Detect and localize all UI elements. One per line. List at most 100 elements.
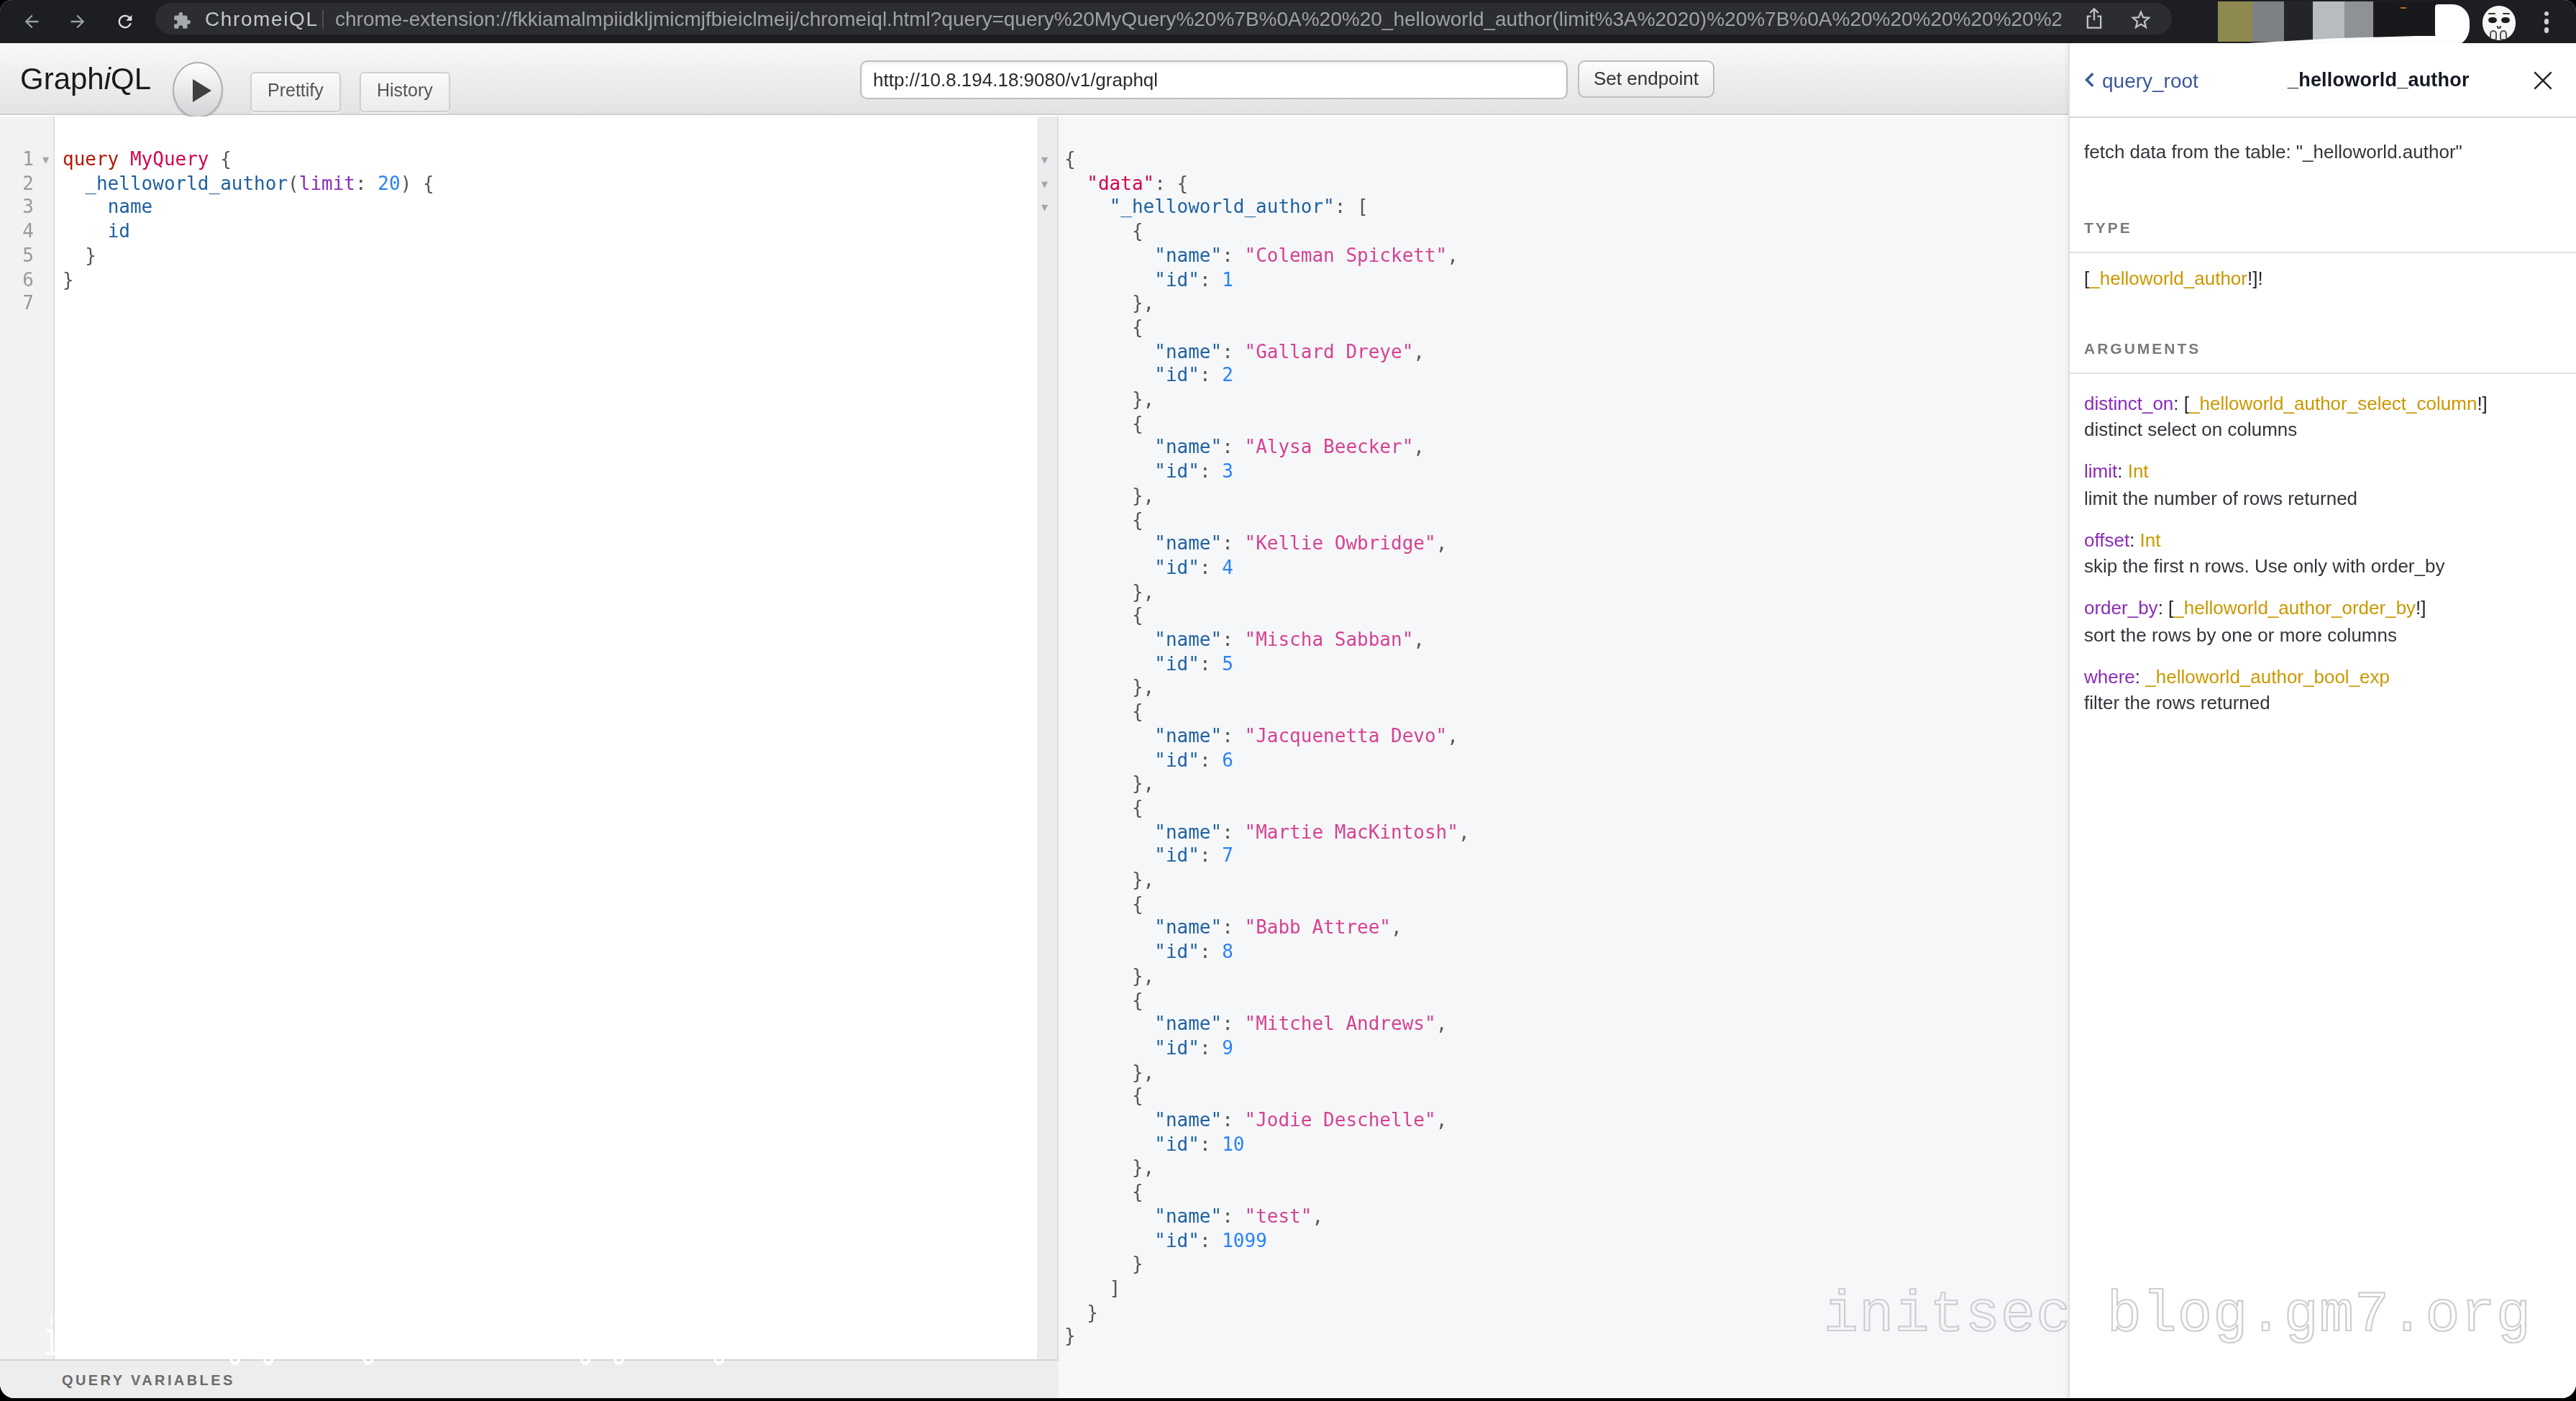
redacted-extension-icons (2218, 1, 2373, 42)
doc-arg-description: limit the number of rows returned (2084, 487, 2357, 508)
line-number: 7 (0, 292, 34, 316)
graphiql-logo: GraphiQL (20, 43, 151, 115)
line-number: 3 (0, 196, 34, 220)
doc-explorer-header: query_root _helloworld_author (2069, 43, 2576, 117)
doc-arg-description: filter the rows returned (2084, 692, 2270, 713)
forward-button[interactable] (59, 0, 96, 43)
endpoint-input[interactable] (860, 60, 1568, 99)
avatar[interactable] (2483, 6, 2516, 40)
doc-arg-distinct_on[interactable]: distinct_on: [_helloworld_author_select_… (2084, 392, 2488, 414)
doc-arg-offset[interactable]: offset: Int (2084, 529, 2161, 550)
share-icon[interactable] (2083, 7, 2104, 36)
line-number: 6 (0, 268, 34, 292)
code-line: { (1064, 148, 1076, 172)
code-line: "name": "Babb Attree", (1064, 917, 1402, 941)
doc-type-value[interactable]: [_helloworld_author!]! (2084, 268, 2263, 289)
code-line: "id": 4 (1064, 557, 1233, 580)
graphiql-toolbar: GraphiQL Prettify History Set endpoint (0, 43, 2068, 115)
doc-arg-limit[interactable]: limit: Int (2084, 460, 2149, 482)
extension-puzzle-icon (173, 10, 191, 36)
fold-arrow-icon[interactable]: ▾ (1041, 196, 1048, 220)
code-line: "name": "Alysa Beecker", (1064, 437, 1425, 460)
line-number: 1 (0, 148, 34, 172)
code-line: { (1064, 412, 1143, 436)
code-line: "name": "Mischa Sabban", (1064, 629, 1425, 652)
code-line: { (1064, 700, 1143, 724)
code-line: "id": 2 (1064, 365, 1233, 388)
result-fold-gutter (1037, 117, 1058, 1397)
code-line: "id": 8 (1064, 941, 1233, 964)
code-line: { (1064, 797, 1143, 821)
code-line: { (1064, 1085, 1143, 1109)
query-variables-bar[interactable]: QUERY VARIABLES (0, 1359, 1059, 1397)
code-line: }, (1064, 1061, 1154, 1085)
prettify-button[interactable]: Prettify (250, 72, 341, 111)
code-line: "id": 5 (1064, 652, 1233, 676)
set-endpoint-button[interactable]: Set endpoint (1578, 60, 1714, 98)
doc-title: _helloworld_author (2288, 43, 2470, 117)
extension-title: ChromeiQL (205, 0, 319, 37)
play-icon (193, 78, 211, 101)
code-line: "id": 1 (1064, 268, 1233, 292)
close-icon (2532, 70, 2552, 91)
query-editor[interactable]: 1 ▾ query MyQuery { 2 _helloworld_author(li… (0, 117, 1037, 1359)
code-line: "id": 7 (1064, 845, 1233, 869)
code-line: }, (1064, 965, 1154, 989)
code-line: } (1064, 1253, 1143, 1277)
code-line: { (1064, 605, 1143, 629)
code-line: }, (1064, 292, 1154, 316)
code-line: "name": "Gallard Dreye", (1064, 340, 1425, 364)
chevron-left-icon (2083, 73, 2093, 88)
code-line: { (1064, 508, 1143, 532)
fold-arrow-icon[interactable]: ▾ (42, 148, 49, 172)
line-number: 2 (0, 172, 34, 196)
line-number: 5 (0, 245, 34, 268)
code-line: }, (1064, 772, 1154, 796)
doc-arg-order_by[interactable]: order_by: [_helloworld_author_order_by!] (2084, 597, 2426, 619)
bookmark-star-icon[interactable] (2129, 8, 2151, 35)
doc-args-section-label: ARGUMENTS (2084, 339, 2201, 357)
code-line: { (1064, 1181, 1143, 1205)
code-line: "name": "Kellie Owbridge", (1064, 532, 1447, 556)
fold-arrow-icon[interactable]: ▾ (1041, 172, 1048, 196)
code-line: { (1064, 316, 1143, 340)
code-line: "data": { (1064, 172, 1188, 196)
fold-arrow-icon[interactable]: ▾ (1041, 148, 1048, 172)
doc-description: fetch data from the table: "_helloworld.… (2084, 141, 2462, 163)
code-line: _helloworld_author(limit: 20) { (63, 172, 434, 196)
menu-dots-icon[interactable] (2544, 12, 2549, 36)
line-number: 4 (0, 220, 34, 244)
code-line: name (63, 196, 152, 220)
back-button[interactable] (13, 0, 50, 43)
doc-explorer: query_root _helloworld_author fetch data… (2068, 43, 2576, 1397)
code-line: "name": "Jacquenetta Devo", (1064, 725, 1458, 749)
code-line: "_helloworld_author": [ (1064, 196, 1369, 220)
reload-button[interactable] (106, 0, 144, 43)
code-line: } (1064, 1325, 1076, 1349)
execute-button[interactable] (173, 61, 222, 117)
code-line: { (1064, 220, 1143, 244)
code-line: query MyQuery { (63, 148, 232, 172)
code-line: }, (1064, 388, 1154, 412)
url-text[interactable]: chrome-extension://fkkiamalmpiidkljmicmj… (335, 0, 2061, 37)
code-line: }, (1064, 580, 1154, 604)
code-line: "name": "Coleman Spickett", (1064, 245, 1458, 268)
code-line: "id": 6 (1064, 749, 1233, 772)
browser-chrome-bar: ChromeiQL chrome-extension://fkkiamalmpi… (0, 0, 2576, 43)
code-line: "id": 1099 (1064, 1229, 1267, 1253)
history-button[interactable]: History (360, 72, 450, 111)
code-line: }, (1064, 677, 1154, 700)
code-line: "name": "Martie MacKintosh", (1064, 821, 1470, 844)
code-line: "name": "Mitchel Andrews", (1064, 1013, 1447, 1036)
back-arrow-icon (22, 12, 42, 32)
omnibox-separator (322, 10, 324, 28)
browser-window: ChromeiQL chrome-extension://fkkiamalmpi… (0, 0, 2576, 1398)
doc-close-button[interactable] (2532, 70, 2552, 96)
doc-arg-where[interactable]: where: _helloworld_author_bool_exp (2084, 665, 2390, 687)
code-line: }, (1064, 869, 1154, 893)
code-line: { (1064, 989, 1143, 1013)
doc-type-section-label: TYPE (2084, 219, 2132, 236)
doc-back-link[interactable]: query_root (2083, 43, 2198, 117)
code-line: } (63, 268, 74, 292)
redaction-dark-block (2375, 1, 2440, 39)
